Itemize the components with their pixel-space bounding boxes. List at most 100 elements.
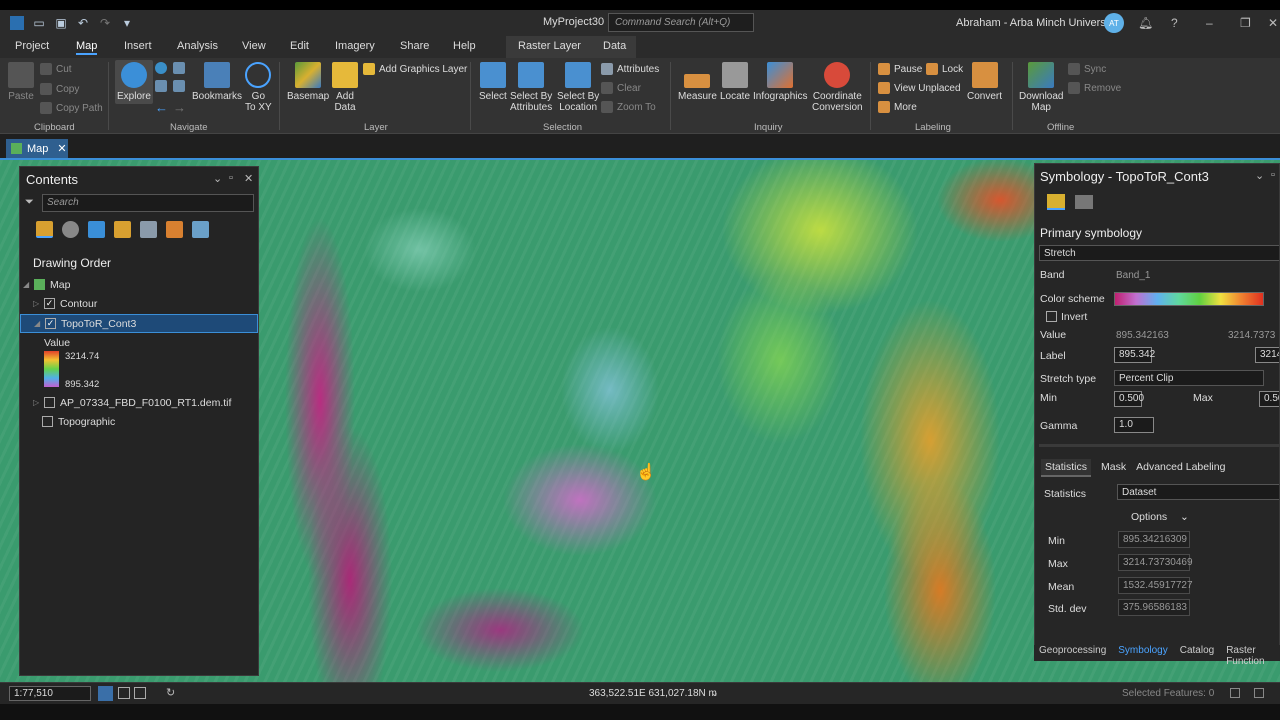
max-input[interactable]: 0.50 xyxy=(1259,391,1279,407)
infographics-button[interactable]: Infographics xyxy=(753,62,807,102)
next-extent-button[interactable]: → xyxy=(173,100,186,115)
snapping-icon[interactable] xyxy=(140,221,157,238)
scale-select[interactable]: 1:77,510 xyxy=(9,686,91,701)
min-input[interactable]: 0.500 xyxy=(1114,391,1144,407)
tab-geoprocessing[interactable]: Geoprocessing xyxy=(1039,645,1106,661)
zoom-to-selected-button[interactable] xyxy=(155,80,167,92)
tab-project[interactable]: Project xyxy=(15,40,49,52)
charts-icon[interactable] xyxy=(192,221,209,238)
zoom-to-selection-button[interactable]: Zoom To xyxy=(601,101,656,113)
tab-raster-functions[interactable]: Raster Function xyxy=(1226,645,1280,667)
select-by-attributes-button[interactable]: Select By Attributes xyxy=(510,62,552,113)
tab-map[interactable]: Map xyxy=(76,40,98,55)
stretch-type-select[interactable]: Percent Clip xyxy=(1114,370,1264,386)
go-to-xy-button[interactable]: Go To XY xyxy=(245,62,272,113)
locate-button[interactable]: Locate xyxy=(720,62,750,102)
editing-icon[interactable] xyxy=(114,221,131,238)
user-name[interactable]: Abraham - Arba Minch University xyxy=(956,17,1117,29)
tab-insert[interactable]: Insert xyxy=(124,40,152,52)
layer-map[interactable]: ◢ Map xyxy=(20,275,258,294)
visibility-checkbox[interactable] xyxy=(42,416,53,427)
previous-extent-button[interactable]: ← xyxy=(155,100,168,115)
renderer-select[interactable]: Stretch xyxy=(1039,245,1279,261)
tab-help[interactable]: Help xyxy=(453,40,476,52)
tab-analysis[interactable]: Analysis xyxy=(177,40,218,52)
close-window-button[interactable]: ✕ xyxy=(1268,16,1278,30)
coordinate-conversion-button[interactable]: Coordinate Conversion xyxy=(812,62,863,113)
visibility-checkbox[interactable] xyxy=(44,397,55,408)
fixed-zoom-in-button[interactable] xyxy=(173,62,185,74)
data-source-icon[interactable] xyxy=(62,221,79,238)
clear-selection-button[interactable]: Clear xyxy=(601,82,641,94)
undo-icon[interactable]: ↶ xyxy=(76,16,90,30)
statistics-select[interactable]: Dataset xyxy=(1117,484,1279,500)
options-button[interactable]: Options xyxy=(1131,511,1167,523)
expand-icon[interactable]: ▷ xyxy=(33,299,42,308)
band-value[interactable]: Band_1 xyxy=(1116,270,1150,281)
nav-tools-icon[interactable] xyxy=(98,686,113,701)
label-max-input[interactable]: 3214. xyxy=(1255,347,1279,363)
remove-offline-button[interactable]: Remove xyxy=(1068,82,1121,94)
bookmarks-button[interactable]: Bookmarks xyxy=(192,62,242,102)
more-labeling-button[interactable]: More xyxy=(878,101,917,113)
invert-checkbox[interactable] xyxy=(1046,311,1057,322)
bell-icon[interactable]: 🔔︎ xyxy=(1138,16,1153,30)
download-map-button[interactable]: Download Map xyxy=(1019,62,1063,113)
add-data-button[interactable]: Add Data xyxy=(332,62,358,113)
visibility-checkbox[interactable]: ✓ xyxy=(44,298,55,309)
fixed-zoom-out-button[interactable] xyxy=(173,80,185,92)
full-extent-button[interactable] xyxy=(155,62,167,74)
lock-labels-button[interactable]: Lock xyxy=(926,63,963,75)
save-project-icon[interactable]: ▣ xyxy=(54,16,68,30)
chevron-down-icon[interactable]: ⌄ xyxy=(710,686,719,699)
view-unplaced-button[interactable]: View Unplaced xyxy=(878,82,961,94)
layer-topotor-cont3[interactable]: ◢ ✓ TopoToR_Cont3 xyxy=(20,314,258,333)
visibility-checkbox[interactable]: ✓ xyxy=(45,318,56,329)
layer-contour[interactable]: ▷ ✓ Contour xyxy=(20,294,258,313)
drawing-order-icon[interactable] xyxy=(36,221,53,238)
measure-button[interactable]: Measure xyxy=(678,62,717,102)
pause-labeling-button[interactable]: Pause xyxy=(878,63,922,75)
vary-symbology-icon[interactable] xyxy=(1075,195,1093,209)
copy-button[interactable]: Copy xyxy=(40,83,79,95)
chevron-down-icon[interactable]: ⌄ xyxy=(1180,511,1189,523)
restore-button[interactable]: ❐ xyxy=(1240,16,1251,30)
filter-icon[interactable]: ⏷ xyxy=(25,196,34,209)
tab-raster-layer[interactable]: Raster Layer xyxy=(518,40,581,52)
tab-share[interactable]: Share xyxy=(400,40,429,52)
cut-button[interactable]: Cut xyxy=(40,63,72,75)
tab-data[interactable]: Data xyxy=(603,40,626,52)
redo-icon[interactable]: ↷ xyxy=(98,16,112,30)
close-pane-icon[interactable]: ✕ xyxy=(244,172,253,185)
tab-symbology[interactable]: Symbology xyxy=(1118,645,1167,661)
expand-icon[interactable]: ▷ xyxy=(33,398,42,407)
tab-edit[interactable]: Edit xyxy=(290,40,309,52)
layer-topographic[interactable]: Topographic xyxy=(20,412,258,431)
chevron-down-icon[interactable]: ⌄ xyxy=(1255,169,1264,182)
chevron-down-icon[interactable]: ⌄ xyxy=(213,172,222,185)
add-graphics-layer-button[interactable]: Add Graphics Layer xyxy=(363,63,467,75)
collapse-icon[interactable]: ◢ xyxy=(23,280,32,289)
avatar[interactable]: AT xyxy=(1104,13,1124,33)
convert-labels-button[interactable]: Convert xyxy=(967,62,1002,102)
splitter[interactable] xyxy=(1039,444,1279,447)
selection-list-icon[interactable] xyxy=(88,221,105,238)
pause-drawing-icon[interactable] xyxy=(1230,688,1240,698)
refresh-icon[interactable]: ↻ xyxy=(166,686,175,699)
labeling-list-icon[interactable] xyxy=(166,221,183,238)
contents-search-input[interactable]: Search xyxy=(42,194,254,212)
label-min-input[interactable]: 895.342 xyxy=(1114,347,1155,363)
paste-button[interactable]: Paste xyxy=(8,62,34,102)
explore-button[interactable]: Explore xyxy=(115,60,153,104)
auto-hide-icon[interactable]: ▫ xyxy=(1271,169,1275,181)
select-by-location-button[interactable]: Select By Location xyxy=(557,62,599,113)
snapping-toggle-icon[interactable] xyxy=(134,687,146,699)
auto-hide-icon[interactable]: ▫ xyxy=(229,172,233,184)
select-button[interactable]: Select xyxy=(479,62,507,102)
tab-catalog[interactable]: Catalog xyxy=(1180,645,1214,661)
tab-view[interactable]: View xyxy=(242,40,266,52)
close-tab-icon[interactable]: ✕ xyxy=(57,142,66,155)
tab-advanced-labeling[interactable]: Advanced Labeling xyxy=(1136,459,1225,477)
selected-features-count[interactable]: Selected Features: 0 xyxy=(1122,688,1214,699)
refresh-map-icon[interactable] xyxy=(1254,688,1264,698)
